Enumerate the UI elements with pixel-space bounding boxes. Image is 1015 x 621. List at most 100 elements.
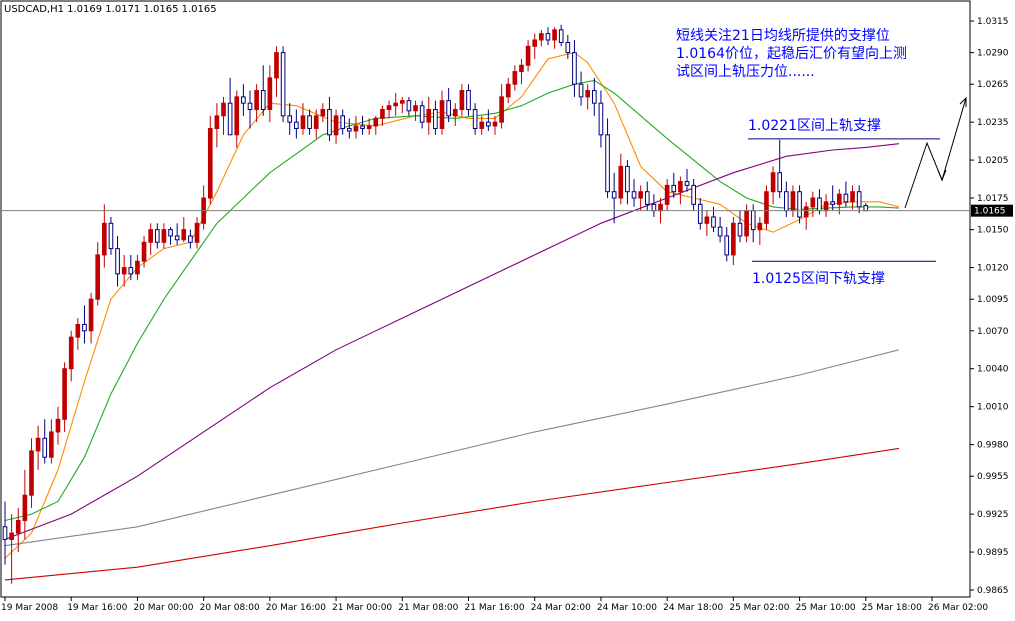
- candle-body: [254, 90, 259, 111]
- current-price-label: 1.0165: [974, 207, 1006, 217]
- candle-body: [393, 102, 398, 107]
- candle-body: [697, 203, 703, 224]
- candle-body: [108, 222, 114, 250]
- candle-body: [545, 33, 551, 41]
- time-tick-label: 21 Mar 00:00: [332, 603, 392, 613]
- candle-body: [691, 184, 696, 205]
- candle-body: [625, 165, 630, 193]
- time-tick-label: 25 Mar 02:00: [729, 603, 789, 613]
- candle-body: [863, 205, 869, 212]
- candle-body: [9, 532, 14, 540]
- time-tick-label: 21 Mar 16:00: [465, 603, 525, 613]
- candle-body: [810, 197, 816, 208]
- candle-body: [552, 29, 557, 41]
- price-tick-label: 1.0175: [977, 194, 1009, 204]
- candle-body: [644, 191, 650, 205]
- candle-body: [22, 494, 28, 521]
- price-tick-label: 0.9980: [977, 441, 1009, 451]
- candle-body: [519, 64, 524, 73]
- note-line-2: 1.0164价位，起稳后汇价有望向上测: [676, 46, 907, 62]
- candle-body: [784, 191, 789, 212]
- note-line-1: 短线关注21日均线所提供的支撑位: [676, 28, 890, 44]
- candle-body: [631, 191, 637, 199]
- candle-body: [598, 102, 604, 136]
- candle-body: [154, 229, 160, 243]
- candle-body: [227, 102, 233, 136]
- candle-body: [505, 83, 511, 98]
- candle-body: [439, 100, 445, 129]
- candle-body: [466, 90, 471, 111]
- chart-window[interactable]: 0.9865 0.9895 0.9925 0.9955 0.9980 1.0010 1.00…: [0, 0, 1015, 617]
- candle-body: [121, 267, 127, 275]
- candle: [207, 115, 213, 205]
- candle-body: [678, 181, 683, 193]
- candle-body: [327, 109, 332, 136]
- candle-body: [174, 235, 180, 241]
- candle-body: [539, 33, 544, 41]
- price-tick-label: 0.9865: [977, 586, 1009, 596]
- price-tick-label: 1.0205: [977, 156, 1009, 166]
- candle-body: [360, 125, 365, 129]
- candle-body: [307, 115, 312, 129]
- price-tick-label: 1.0315: [977, 17, 1009, 27]
- candle-body: [102, 222, 107, 256]
- candle-body: [512, 71, 518, 85]
- time-tick-label: 20 Mar 08:00: [200, 603, 260, 613]
- candle-body: [803, 206, 809, 218]
- candle-body: [750, 210, 756, 231]
- candle-body: [591, 90, 597, 104]
- price-tick-label: 0.9895: [977, 548, 1009, 558]
- candle-body: [135, 260, 140, 275]
- time-tick-label: 24 Mar 18:00: [663, 603, 723, 613]
- candle-body: [499, 96, 504, 123]
- symbol-header: USDCAD,H1 1.0169 1.0171 1.0165 1.0165: [4, 4, 217, 15]
- price-tick-label: 1.0010: [977, 403, 1009, 413]
- candle-body: [611, 191, 617, 199]
- price-tick-label: 0.9925: [977, 510, 1009, 520]
- price-tick-label: 1.0040: [977, 365, 1009, 375]
- candle-body: [823, 201, 829, 212]
- lower-support-label: 1.0125区间下轨支撑: [752, 271, 885, 287]
- candle-body: [320, 109, 326, 117]
- candle-body: [605, 134, 610, 193]
- candle-body: [115, 248, 120, 275]
- price-chart[interactable]: 0.9865 0.9895 0.9925 0.9955 0.9980 1.0010 1.00…: [0, 0, 1015, 617]
- candle: [764, 185, 769, 230]
- candle-body: [830, 201, 835, 205]
- candle-body: [472, 109, 478, 129]
- candle-body: [704, 216, 710, 224]
- candle-body: [565, 41, 571, 54]
- candle-body: [413, 105, 418, 112]
- candle-body: [671, 184, 677, 193]
- candle-body: [241, 96, 246, 104]
- candle-body: [711, 216, 716, 228]
- candle-body: [843, 193, 849, 203]
- candle-body: [267, 77, 273, 111]
- candle-body: [148, 229, 153, 243]
- time-tick-label: 25 Mar 10:00: [796, 603, 856, 613]
- candle-body: [850, 191, 855, 203]
- candle-body: [790, 191, 796, 212]
- candle-body: [62, 368, 67, 420]
- candle-body: [188, 235, 193, 243]
- candle-body: [214, 115, 220, 129]
- candle-body: [128, 267, 134, 275]
- time-tick-label: 26 Mar 02:00: [928, 603, 988, 613]
- candle-body: [15, 519, 21, 534]
- candle-body: [572, 52, 577, 85]
- candle-body: [684, 181, 690, 186]
- candle-body: [333, 115, 339, 136]
- candle-body: [836, 193, 842, 205]
- candle-body: [168, 229, 173, 237]
- candle-body: [380, 109, 385, 119]
- candle-body: [479, 121, 485, 129]
- price-tick-label: 1.0265: [977, 80, 1009, 90]
- candle-body: [274, 52, 279, 79]
- candle-body: [207, 127, 213, 199]
- candle-body: [82, 323, 87, 332]
- candle-body: [419, 105, 425, 123]
- candle-body: [55, 418, 61, 433]
- candle-body: [797, 191, 802, 218]
- candle-body: [313, 115, 319, 129]
- candle-body: [42, 437, 48, 458]
